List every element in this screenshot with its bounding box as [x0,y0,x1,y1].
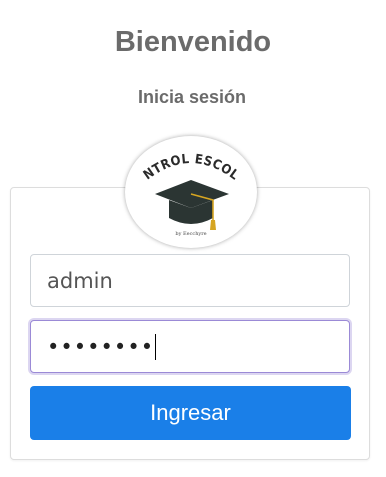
password-value: •••••••• [47,334,155,359]
logo-text: CONTROL ESCOLAR [125,136,242,184]
username-value: admin [47,268,113,293]
username-input[interactable]: admin [30,254,350,307]
page-title: Bienvenido [114,26,272,58]
logo-byline: by Eecchyre [175,231,206,237]
login-button[interactable]: Ingresar [30,386,351,440]
page-subtitle: Inicia sesión [137,87,247,107]
text-caret [155,333,157,360]
password-input[interactable]: •••••••• [30,320,350,373]
school-logo: CONTROL ESCOLAR by Eecchyre [125,136,257,248]
graduation-cap-icon [155,180,229,230]
